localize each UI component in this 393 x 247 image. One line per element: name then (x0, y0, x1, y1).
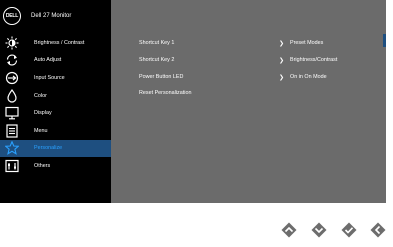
menu-label: Personalize (34, 145, 63, 152)
sidebar: DELL Dell 27 Monitor Brightness / Contra… (0, 0, 111, 203)
menu-label: Auto Adjust (34, 57, 62, 64)
menu-label: Input Source (34, 74, 65, 81)
setting-value: On in On Mode (290, 74, 327, 80)
setting-label: Shortcut Key 2 (139, 57, 175, 63)
check-button[interactable] (341, 222, 357, 238)
auto-adjust-icon (4, 53, 20, 67)
brightness-icon (4, 36, 20, 50)
menu-label: Display (34, 110, 52, 117)
menu-item-color[interactable]: Color (0, 87, 111, 105)
setting-row-shortcut-key-1[interactable]: Shortcut Key 1 ❯ Preset Modes (139, 37, 379, 49)
brand-bar: DELL Dell 27 Monitor (0, 0, 111, 31)
menu-item-menu[interactable]: Menu (0, 122, 111, 140)
settings-panel: Shortcut Key 1 ❯ Preset Modes Shortcut K… (111, 0, 386, 203)
check-icon (341, 222, 357, 238)
setting-value: Brightness/Contrast (290, 57, 338, 63)
back-button[interactable] (370, 222, 386, 238)
menu-icon (4, 124, 20, 138)
display-icon (4, 106, 20, 120)
setting-value-group: ❯ On in On Mode (279, 74, 327, 81)
menu-item-personalize[interactable]: Personalize (0, 139, 111, 158)
setting-value-group: ❯ Preset Modes (279, 40, 323, 47)
menu-item-display[interactable]: Display (0, 104, 111, 122)
chevron-right-icon: ❯ (279, 40, 285, 47)
star-icon (4, 141, 20, 156)
others-icon (4, 159, 20, 173)
menu-item-brightness-contrast[interactable]: Brightness / Contrast (0, 34, 111, 52)
menu-item-auto-adjust[interactable]: Auto Adjust (0, 52, 111, 70)
up-arrow-button[interactable] (281, 222, 297, 238)
down-arrow-button[interactable] (311, 222, 327, 238)
chevron-right-icon: ❯ (279, 57, 285, 64)
dell-logo: DELL (3, 6, 21, 25)
scroll-indicator (383, 34, 386, 47)
menu-label: Menu (34, 127, 48, 134)
back-icon (370, 222, 386, 238)
setting-row-power-button-led[interactable]: Power Button LED ❯ On in On Mode (139, 71, 379, 83)
setting-value-group: ❯ Brightness/Contrast (279, 57, 337, 64)
menu-label: Others (34, 162, 51, 169)
setting-label: Reset Personalization (139, 90, 192, 96)
monitor-title: Dell 27 Monitor (31, 12, 72, 19)
setting-label: Power Button LED (139, 74, 184, 80)
menu-label: Color (34, 92, 47, 99)
chevron-right-icon: ❯ (279, 74, 285, 81)
setting-label: Shortcut Key 1 (139, 40, 175, 46)
setting-row-reset-personalization[interactable]: Reset Personalization (139, 87, 379, 99)
osd-window: DELL Dell 27 Monitor Brightness / Contra… (0, 0, 386, 203)
up-arrow-icon (281, 222, 297, 238)
menu-label: Brightness / Contrast (34, 39, 85, 46)
menu-item-input-source[interactable]: Input Source (0, 69, 111, 87)
color-icon (4, 88, 20, 103)
setting-value: Preset Modes (290, 40, 324, 46)
setting-row-shortcut-key-2[interactable]: Shortcut Key 2 ❯ Brightness/Contrast (139, 54, 379, 66)
main-menu: Brightness / Contrast Auto Adjust Input … (0, 34, 111, 175)
down-arrow-icon (311, 222, 327, 238)
menu-item-others[interactable]: Others (0, 157, 111, 175)
input-source-icon (4, 71, 20, 85)
